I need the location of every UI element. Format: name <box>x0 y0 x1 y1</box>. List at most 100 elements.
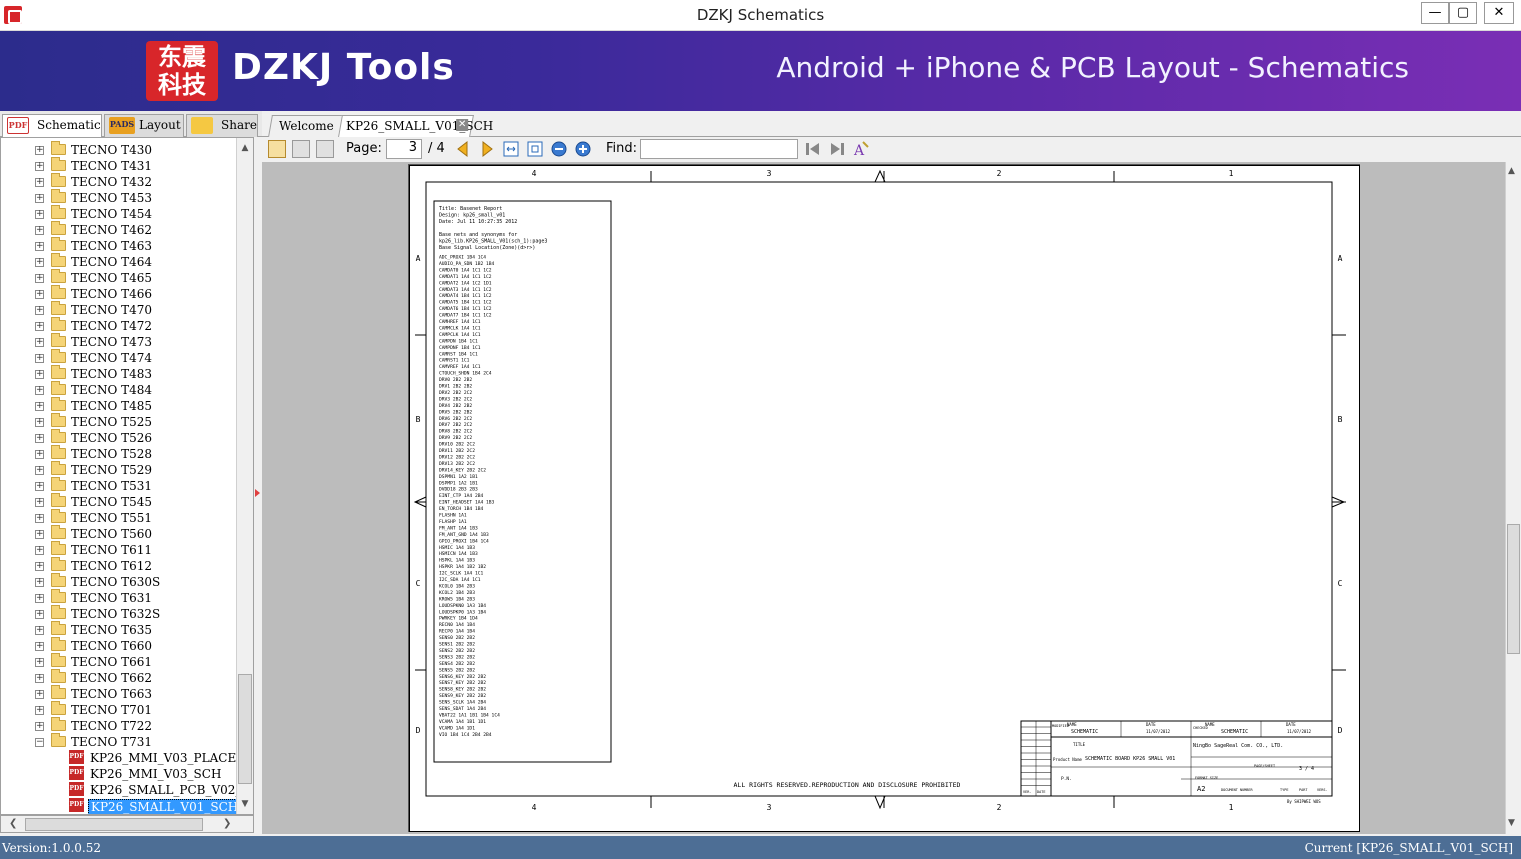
page-number-input[interactable]: 3 <box>386 139 422 159</box>
next-page-icon[interactable] <box>478 140 496 158</box>
tree-folder-row[interactable]: + TECNO T631 <box>1 589 237 606</box>
tree-folder-row[interactable]: + TECNO T463 <box>1 237 237 254</box>
tree-folder-row[interactable]: + TECNO T663 <box>1 685 237 702</box>
tree-folder-row[interactable]: + TECNO T632S <box>1 605 237 622</box>
viewer-scroll-down-icon[interactable]: ▼ <box>1508 818 1515 828</box>
expand-icon[interactable]: + <box>35 194 44 203</box>
viewer-scroll-thumb[interactable] <box>1507 524 1520 654</box>
close-tab-icon[interactable]: ✕ <box>456 119 469 131</box>
tab-layout[interactable]: PADS Layout <box>104 114 184 137</box>
close-button[interactable]: ✕ <box>1484 2 1514 24</box>
page-layout-icon[interactable] <box>316 140 334 158</box>
expand-icon[interactable]: + <box>35 402 44 411</box>
tree-folder-row[interactable]: + TECNO T483 <box>1 365 237 382</box>
expand-icon[interactable]: + <box>35 226 44 235</box>
expand-icon[interactable]: + <box>35 418 44 427</box>
tree-folder-row[interactable]: + TECNO T612 <box>1 557 237 574</box>
zoom-out-icon[interactable] <box>550 140 568 158</box>
tree-folder-row[interactable]: + TECNO T484 <box>1 381 237 398</box>
expand-icon[interactable]: + <box>35 162 44 171</box>
collapse-arrow-icon[interactable] <box>255 489 260 497</box>
scroll-right-icon[interactable]: ❯ <box>223 818 231 829</box>
tree-folder-row[interactable]: + TECNO T660 <box>1 637 237 654</box>
expand-icon[interactable]: + <box>35 674 44 683</box>
viewer-scroll-up-icon[interactable]: ▲ <box>1508 166 1515 176</box>
collapse-icon[interactable]: − <box>35 738 44 747</box>
highlight-text-icon[interactable]: A <box>852 140 870 158</box>
expand-icon[interactable]: + <box>35 434 44 443</box>
tree-folder-row[interactable]: + TECNO T545 <box>1 493 237 510</box>
expand-icon[interactable]: + <box>35 706 44 715</box>
tree-file-row[interactable]: PDF KP26_MMI_V03_SCH <box>1 766 237 782</box>
expand-icon[interactable]: + <box>35 370 44 379</box>
find-input[interactable] <box>640 139 798 159</box>
expand-icon[interactable]: + <box>35 578 44 587</box>
tree-folder-row[interactable]: + TECNO T473 <box>1 333 237 350</box>
minimize-button[interactable]: — <box>1421 2 1449 24</box>
scroll-down-icon[interactable]: ▼ <box>239 798 251 810</box>
tree-file-row[interactable]: PDF KP26_SMALL_V01_SCH <box>1 798 242 814</box>
expand-icon[interactable]: + <box>35 530 44 539</box>
tree-file-row[interactable]: PDF KP26_SMALL_PCB_V02_PLACEMENT <box>1 782 253 798</box>
expand-icon[interactable]: + <box>35 498 44 507</box>
fit-width-icon[interactable] <box>502 140 520 158</box>
expand-icon[interactable]: + <box>35 626 44 635</box>
tree-folder-row[interactable]: + TECNO T525 <box>1 413 237 430</box>
expand-icon[interactable]: + <box>35 610 44 619</box>
tree-folder-row[interactable]: + TECNO T472 <box>1 317 237 334</box>
previous-page-icon[interactable] <box>454 140 472 158</box>
tree-folder-row[interactable]: + TECNO T464 <box>1 253 237 270</box>
open-icon[interactable] <box>268 140 286 158</box>
find-previous-icon[interactable] <box>804 140 822 158</box>
tree-file-row[interactable]: PDF KP26_MMI_V03_PLACEMENT <box>1 750 253 766</box>
expand-icon[interactable]: + <box>35 658 44 667</box>
tree-folder-row[interactable]: + TECNO T454 <box>1 205 237 222</box>
tree-folder-row[interactable]: + TECNO T701 <box>1 701 237 718</box>
tree-folder-row[interactable]: + TECNO T722 <box>1 717 237 734</box>
tree-folder-row[interactable]: + TECNO T560 <box>1 525 237 542</box>
tree-folder-row[interactable]: + TECNO T526 <box>1 429 237 446</box>
maximize-button[interactable]: ▢ <box>1449 2 1477 24</box>
expand-icon[interactable]: + <box>35 210 44 219</box>
tree-folder-row[interactable]: + TECNO T432 <box>1 173 237 190</box>
find-next-icon[interactable] <box>828 140 846 158</box>
tree-folder-row[interactable]: + TECNO T466 <box>1 285 237 302</box>
scroll-left-icon[interactable]: ❮ <box>9 818 17 829</box>
expand-icon[interactable]: + <box>35 690 44 699</box>
tab-share[interactable]: Share <box>186 114 258 137</box>
document-viewer[interactable]: 4 4 3 3 2 2 1 1 A A B B C C D D Title: Basenet Report Des… <box>262 162 1521 834</box>
expand-icon[interactable]: + <box>35 306 44 315</box>
expand-icon[interactable]: + <box>35 466 44 475</box>
expand-icon[interactable]: + <box>35 258 44 267</box>
expand-icon[interactable]: + <box>35 482 44 491</box>
viewer-vertical-scrollbar[interactable]: ▲ ▼ <box>1505 162 1521 834</box>
tree-folder-row[interactable]: + TECNO T470 <box>1 301 237 318</box>
tree-folder-row[interactable]: + TECNO T635 <box>1 621 237 638</box>
tree-folder-row[interactable]: + TECNO T528 <box>1 445 237 462</box>
tree-folder-row[interactable]: − TECNO T731 <box>1 733 237 750</box>
tree-folder-row[interactable]: + TECNO T662 <box>1 669 237 686</box>
expand-icon[interactable]: + <box>35 562 44 571</box>
expand-icon[interactable]: + <box>35 322 44 331</box>
tree-folder-row[interactable]: + TECNO T474 <box>1 349 237 366</box>
tree-folder-row[interactable]: + TECNO T661 <box>1 653 237 670</box>
panel-splitter[interactable] <box>254 137 262 833</box>
copy-icon[interactable] <box>292 140 310 158</box>
scroll-up-icon[interactable]: ▲ <box>239 142 251 154</box>
expand-icon[interactable]: + <box>35 338 44 347</box>
tab-kp26-small-v01-sch[interactable]: KP26_SMALL_V01_SCH ✕ <box>338 115 493 137</box>
tree-horizontal-scrollbar[interactable]: ❮ ❯ <box>0 815 254 833</box>
tree-folder-row[interactable]: + TECNO T431 <box>1 157 237 174</box>
expand-icon[interactable]: + <box>35 386 44 395</box>
expand-icon[interactable]: + <box>35 514 44 523</box>
tree-vertical-scrollbar[interactable]: ▲ ▼ <box>236 138 253 814</box>
tree-folder-row[interactable]: + TECNO T485 <box>1 397 237 414</box>
expand-icon[interactable]: + <box>35 242 44 251</box>
tree-folder-row[interactable]: + TECNO T551 <box>1 509 237 526</box>
tree-folder-row[interactable]: + TECNO T529 <box>1 461 237 478</box>
expand-icon[interactable]: + <box>35 354 44 363</box>
fit-page-icon[interactable] <box>526 140 544 158</box>
tree-folder-row[interactable]: + TECNO T630S <box>1 573 237 590</box>
expand-icon[interactable]: + <box>35 290 44 299</box>
expand-icon[interactable]: + <box>35 722 44 731</box>
